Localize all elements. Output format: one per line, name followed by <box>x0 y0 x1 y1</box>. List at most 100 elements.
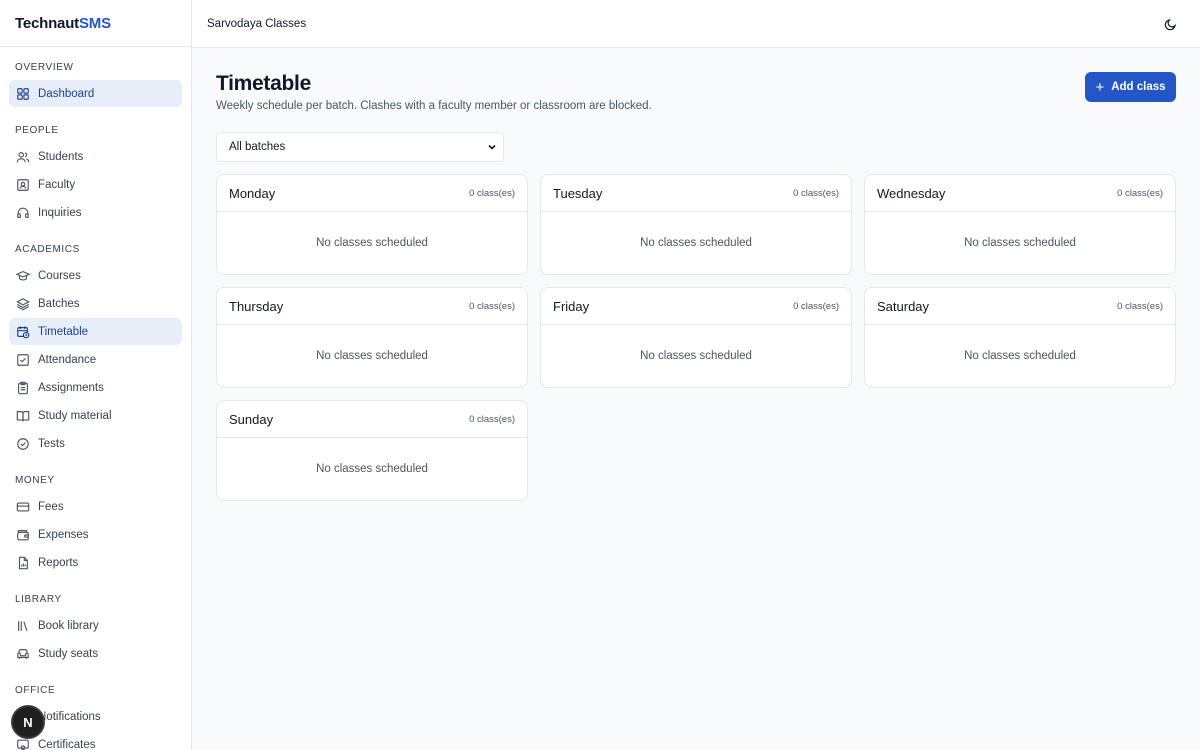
day-name: Sunday <box>229 411 274 427</box>
empty-state: No classes scheduled <box>964 350 1076 362</box>
sidebar-item-label: Students <box>38 150 84 163</box>
sidebar: TechnautSMS OVERVIEW Dashboard PEOPLE St… <box>0 0 192 750</box>
day-name: Thursday <box>229 298 284 314</box>
day-header: Tuesday 0 class(es) <box>541 175 851 212</box>
wallet-icon <box>16 528 30 542</box>
sidebar-nav: OVERVIEW Dashboard PEOPLE Students Facul… <box>0 47 191 750</box>
sidebar-item-label: Faculty <box>38 178 76 191</box>
sidebar-item-label: Attendance <box>38 353 97 366</box>
certificate-icon <box>16 738 30 750</box>
day-card-saturday: Saturday 0 class(es) No classes schedule… <box>864 287 1176 388</box>
sidebar-item-label: Assignments <box>38 381 104 394</box>
sidebar-item-courses[interactable]: Courses <box>9 262 182 289</box>
sidebar-item-batches[interactable]: Batches <box>9 290 182 317</box>
sidebar-item-book-library[interactable]: Book library <box>9 612 182 639</box>
layers-icon <box>16 297 30 311</box>
org-name: Sarvodaya Classes <box>207 17 307 30</box>
batch-filter-value: All batches <box>229 141 286 153</box>
file-chart-icon <box>16 556 30 570</box>
check-square-icon <box>16 353 30 367</box>
week-grid: Monday 0 class(es) No classes scheduled … <box>216 174 1176 501</box>
day-header: Monday 0 class(es) <box>217 175 527 212</box>
sidebar-item-label: Fees <box>38 500 64 513</box>
section-label-office: OFFICE <box>15 685 56 696</box>
day-header: Saturday 0 class(es) <box>865 288 1175 325</box>
graduation-cap-icon <box>16 269 30 283</box>
day-card-wednesday: Wednesday 0 class(es) No classes schedul… <box>864 174 1176 275</box>
sidebar-item-label: Dashboard <box>38 87 95 100</box>
sidebar-item-label: Study seats <box>38 647 99 660</box>
grid-icon <box>16 87 30 101</box>
add-class-button[interactable]: + Add class <box>1085 72 1176 102</box>
empty-state: No classes scheduled <box>964 237 1076 249</box>
section-label-overview: OVERVIEW <box>15 62 74 73</box>
check-circle-icon <box>16 437 30 451</box>
sidebar-item-assignments[interactable]: Assignments <box>9 374 182 401</box>
sidebar-item-label: Study material <box>38 409 112 422</box>
day-card-thursday: Thursday 0 class(es) No classes schedule… <box>216 287 528 388</box>
armchair-icon <box>16 647 30 661</box>
sidebar-item-label: Notifications <box>38 710 101 723</box>
class-count: 0 class(es) <box>469 300 515 312</box>
sidebar-item-faculty[interactable]: Faculty <box>9 171 182 198</box>
section-label-money: MONEY <box>15 475 55 486</box>
batch-filter-select[interactable]: All batches <box>216 132 504 162</box>
add-class-label: Add class <box>1111 81 1166 93</box>
library-icon <box>16 619 30 633</box>
sidebar-item-fees[interactable]: Fees <box>9 493 182 520</box>
empty-state: No classes scheduled <box>640 237 752 249</box>
sidebar-item-label: Timetable <box>38 325 89 338</box>
sidebar-item-label: Expenses <box>38 528 89 541</box>
sidebar-item-reports[interactable]: Reports <box>9 549 182 576</box>
day-name: Tuesday <box>553 185 603 201</box>
brand-name-accent: SMS <box>78 15 111 32</box>
clipboard-icon <box>16 381 30 395</box>
sidebar-item-label: Courses <box>38 269 81 282</box>
sidebar-item-label: Book library <box>38 619 99 632</box>
fab-letter: N <box>23 714 33 730</box>
theme-toggle-button[interactable] <box>1160 14 1180 34</box>
section-label-library: LIBRARY <box>15 594 62 605</box>
class-count: 0 class(es) <box>469 413 515 425</box>
day-card-friday: Friday 0 class(es) No classes scheduled <box>540 287 852 388</box>
section-label-people: PEOPLE <box>15 125 59 136</box>
sidebar-item-expenses[interactable]: Expenses <box>9 521 182 548</box>
users-icon <box>16 150 30 164</box>
sidebar-item-label: Batches <box>38 297 80 310</box>
credit-card-icon <box>16 500 30 514</box>
sidebar-item-timetable[interactable]: Timetable <box>9 318 182 345</box>
sidebar-item-label: Tests <box>38 437 65 450</box>
empty-state: No classes scheduled <box>640 350 752 362</box>
day-card-tuesday: Tuesday 0 class(es) No classes scheduled <box>540 174 852 275</box>
sidebar-item-inquiries[interactable]: Inquiries <box>9 199 182 226</box>
headset-icon <box>16 206 30 220</box>
topbar: Sarvodaya Classes <box>192 0 1200 48</box>
day-header: Thursday 0 class(es) <box>217 288 527 325</box>
sidebar-item-label: Inquiries <box>38 206 82 219</box>
empty-state: No classes scheduled <box>316 237 428 249</box>
main-content: Timetable Weekly schedule per batch. Cla… <box>216 48 1176 501</box>
section-label-academics: ACADEMICS <box>15 244 80 255</box>
day-name: Monday <box>229 185 276 201</box>
sidebar-item-students[interactable]: Students <box>9 143 182 170</box>
day-header: Wednesday 0 class(es) <box>865 175 1175 212</box>
brand-logo[interactable]: TechnautSMS <box>0 0 191 47</box>
class-count: 0 class(es) <box>469 187 515 199</box>
sidebar-item-study-seats[interactable]: Study seats <box>9 640 182 667</box>
class-count: 0 class(es) <box>1117 187 1163 199</box>
class-count: 0 class(es) <box>793 300 839 312</box>
empty-state: No classes scheduled <box>316 350 428 362</box>
day-name: Friday <box>553 298 590 314</box>
sidebar-item-label: Certificates <box>38 738 96 750</box>
sidebar-item-tests[interactable]: Tests <box>9 430 182 457</box>
moon-icon <box>1164 18 1177 31</box>
next-dev-badge-button[interactable]: N <box>13 707 43 737</box>
calendar-clock-icon <box>16 325 30 339</box>
sidebar-item-attendance[interactable]: Attendance <box>9 346 182 373</box>
sidebar-item-study-material[interactable]: Study material <box>9 402 182 429</box>
day-header: Sunday 0 class(es) <box>217 401 527 438</box>
class-count: 0 class(es) <box>1117 300 1163 312</box>
day-card-monday: Monday 0 class(es) No classes scheduled <box>216 174 528 275</box>
day-card-sunday: Sunday 0 class(es) No classes scheduled <box>216 400 528 501</box>
sidebar-item-dashboard[interactable]: Dashboard <box>9 80 182 107</box>
